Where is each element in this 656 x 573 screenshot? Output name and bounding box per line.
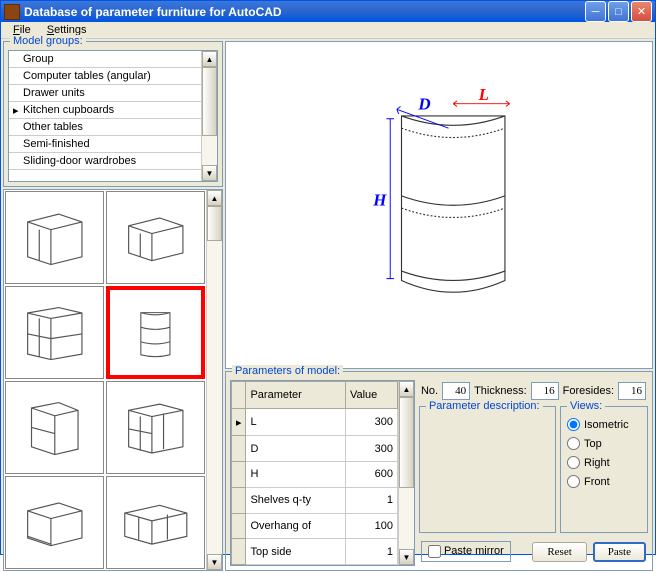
scroll-down-icon[interactable]: ▼ <box>207 554 222 570</box>
paste-mirror-checkbox[interactable]: Paste mirror <box>421 541 511 562</box>
scroll-thumb[interactable] <box>399 397 414 488</box>
model-group-item[interactable]: Drawer units <box>9 85 201 102</box>
selected-arrow-icon: ▸ <box>13 104 23 117</box>
scroll-down-icon[interactable]: ▼ <box>399 549 414 565</box>
thumbnail-item[interactable] <box>106 381 205 474</box>
col-value: Value <box>345 382 397 409</box>
thumbnail-item[interactable] <box>5 191 104 284</box>
model-group-item[interactable]: Semi-finished <box>9 136 201 153</box>
scroll-thumb[interactable] <box>207 206 222 241</box>
table-row[interactable]: H600 <box>231 462 397 488</box>
parameters-box: Parameters of model: ParameterValue ▸L30… <box>225 371 653 571</box>
no-label: No. <box>421 385 438 397</box>
table-row[interactable]: ▸L300 <box>231 409 397 436</box>
model-groups-list: Group Computer tables (angular) Drawer u… <box>8 50 218 182</box>
titlebar[interactable]: Database of parameter furniture for Auto… <box>1 1 655 22</box>
table-row[interactable]: Shelves q-ty1 <box>231 487 397 513</box>
thumb-scrollbar[interactable]: ▲ ▼ <box>206 190 222 570</box>
maximize-button[interactable]: □ <box>608 1 629 22</box>
thumbnail-grid: ▲ ▼ <box>3 189 223 571</box>
table-row[interactable]: D300 <box>231 436 397 462</box>
scroll-down-icon[interactable]: ▼ <box>202 165 217 181</box>
thumbnail-item[interactable] <box>106 191 205 284</box>
table-row[interactable]: Overhang of100 <box>231 513 397 539</box>
model-groups-legend: Model groups: <box>10 35 86 47</box>
model-preview: H D L <box>225 41 653 369</box>
model-group-item[interactable]: ▸Kitchen cupboards <box>9 102 201 119</box>
model-group-item[interactable]: Other tables <box>9 119 201 136</box>
param-description-box: Parameter description: <box>419 406 556 533</box>
views-box: Views: Isometric Top Right Front <box>560 406 648 533</box>
foresides-field[interactable] <box>618 382 646 400</box>
scroll-up-icon[interactable]: ▲ <box>202 51 217 67</box>
dim-h-label: H <box>372 190 387 209</box>
thickness-label: Thickness: <box>474 385 527 397</box>
dim-d-label: D <box>417 94 430 113</box>
foresides-label: Foresides: <box>563 385 614 397</box>
thumbnail-item-selected[interactable] <box>106 286 205 379</box>
view-isometric[interactable]: Isometric <box>565 415 643 434</box>
view-right[interactable]: Right <box>565 453 643 472</box>
dim-l-label: L <box>477 85 488 104</box>
scroll-up-icon[interactable]: ▲ <box>207 190 222 206</box>
parameters-legend: Parameters of model: <box>232 365 343 377</box>
model-groups-box: Model groups: Group Computer tables (ang… <box>3 41 223 187</box>
model-group-item[interactable]: Group <box>9 51 201 68</box>
param-description-legend: Parameter description: <box>426 400 543 412</box>
app-icon <box>4 4 20 20</box>
window-title: Database of parameter furniture for Auto… <box>24 5 583 19</box>
list-scrollbar[interactable]: ▲ ▼ <box>201 51 217 181</box>
model-group-item[interactable]: Computer tables (angular) <box>9 68 201 85</box>
thumbnail-item[interactable] <box>5 476 104 569</box>
no-field[interactable] <box>442 382 470 400</box>
thumbnail-item[interactable] <box>5 286 104 379</box>
minimize-button[interactable]: ─ <box>585 1 606 22</box>
menubar: File Settings <box>1 22 655 39</box>
reset-button[interactable]: Reset <box>532 542 586 562</box>
param-scrollbar[interactable]: ▲ ▼ <box>398 381 414 565</box>
views-legend: Views: <box>567 400 605 412</box>
thumbnail-item[interactable] <box>106 476 205 569</box>
col-parameter: Parameter <box>246 382 345 409</box>
scroll-up-icon[interactable]: ▲ <box>399 381 414 397</box>
view-top[interactable]: Top <box>565 434 643 453</box>
parameters-table: ParameterValue ▸L300 D300 H600 Shelves q… <box>230 380 415 566</box>
view-front[interactable]: Front <box>565 472 643 491</box>
paste-button[interactable]: Paste <box>593 542 646 562</box>
scroll-thumb[interactable] <box>202 67 217 136</box>
thumbnail-item[interactable] <box>5 381 104 474</box>
thickness-field[interactable] <box>531 382 559 400</box>
table-row[interactable]: Top side1 <box>231 539 397 565</box>
close-button[interactable]: ✕ <box>631 1 652 22</box>
model-group-item[interactable]: Sliding-door wardrobes <box>9 153 201 170</box>
